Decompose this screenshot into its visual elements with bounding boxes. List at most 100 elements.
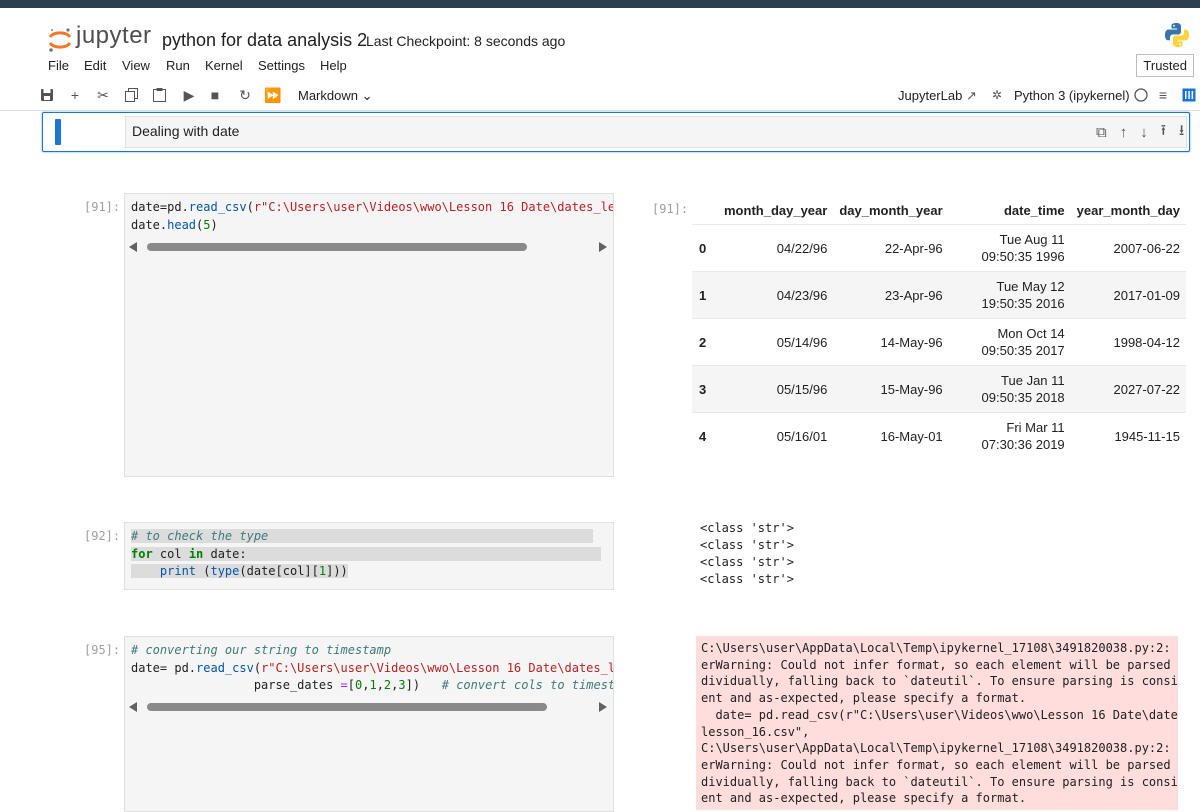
- kernel-status-icon: [1132, 86, 1150, 104]
- jupyterlab-link[interactable]: JupyterLab ↗: [898, 88, 977, 104]
- index-header: [692, 196, 718, 225]
- cell-year_month_day: 1945-11-15: [1070, 412, 1186, 459]
- external-link-icon: ↗: [965, 88, 977, 103]
- row-index: 3: [692, 365, 718, 413]
- date-time-line2: 19:50:35 2016: [981, 296, 1065, 311]
- scroll-thumb[interactable]: [147, 703, 547, 711]
- horizontal-scrollbar-95[interactable]: [129, 701, 607, 713]
- duplicate-cell-icon[interactable]: ⧉: [1096, 124, 1107, 141]
- cell-date_time: Tue Jan 11 09:50:35 2018: [948, 365, 1071, 413]
- code-input-91[interactable]: date=pd.read_csv(r"C:\Users\user\Videos\…: [124, 193, 614, 477]
- date-time-line1: Mon Oct 14: [997, 326, 1065, 341]
- menu-settings[interactable]: Settings: [258, 58, 305, 73]
- notebook-title[interactable]: python for data analysis 2: [162, 30, 367, 51]
- stop-icon[interactable]: ■: [206, 86, 224, 104]
- cell-month_day_year: 04/23/96: [718, 271, 834, 319]
- stderr-output-95: C:\Users\user\AppData\Local\Temp\ipykern…: [696, 636, 1178, 810]
- cell-month_day_year: 05/15/96: [718, 365, 834, 413]
- row-index: 4: [692, 412, 718, 459]
- cell-collapser[interactable]: [55, 119, 61, 145]
- cell-date_time: Mon Oct 14 09:50:35 2017: [948, 318, 1071, 366]
- cell-type-select[interactable]: Markdown ⌄: [298, 88, 373, 104]
- markdown-text: Dealing with date: [132, 123, 240, 139]
- stdout-output-92: <class 'str'> <class 'str'> <class 'str'…: [700, 521, 794, 586]
- cell-day_month_year: 23-Apr-96: [833, 271, 949, 319]
- cell-date_time: Fri Mar 11 07:30:36 2019: [948, 412, 1071, 459]
- date-time-line2: 09:50:35 1996: [981, 249, 1065, 264]
- row-index: 0: [692, 224, 718, 272]
- notebook-toolbar: + ✂ ▶ ■ ↻ ⏩ Markdown ⌄ JupyterLab ↗ ✲ Py…: [0, 82, 1200, 111]
- property-inspector-icon[interactable]: [1180, 86, 1198, 104]
- menu-view[interactable]: View: [122, 58, 150, 73]
- menu-bar: File Edit View Run Kernel Settings Help …: [0, 52, 1200, 80]
- cell-date_time: Tue May 12 19:50:35 2016: [948, 271, 1071, 319]
- insert-below-icon[interactable]: ⭳: [1179, 120, 1184, 145]
- code-text-92: # to check the type for col in date: pri…: [131, 529, 601, 578]
- run-all-icon[interactable]: ⏩: [264, 86, 282, 104]
- menu-run[interactable]: Run: [166, 58, 190, 73]
- add-cell-icon[interactable]: +: [66, 86, 84, 104]
- scroll-right-icon[interactable]: [599, 702, 607, 712]
- date-time-line1: Tue May 12: [996, 279, 1065, 294]
- move-up-icon[interactable]: ↑: [1120, 124, 1128, 141]
- date-time-line1: Tue Aug 11: [999, 232, 1065, 247]
- scroll-thumb[interactable]: [147, 243, 527, 251]
- date-time-line1: Fri Mar 11: [1006, 420, 1065, 435]
- cell-year_month_day: 2017-01-09: [1070, 271, 1186, 319]
- code-input-95[interactable]: # converting our string to timestamp dat…: [124, 636, 614, 812]
- date-time-line2: 09:50:35 2017: [981, 343, 1065, 358]
- kernel-name[interactable]: Python 3 (ipykernel): [1014, 88, 1130, 103]
- markdown-cell-active[interactable]: Dealing with date ⧉ ↑ ↓ ⭱ ⭳ 🗑: [42, 112, 1200, 152]
- paste-icon[interactable]: [150, 86, 168, 104]
- jupyter-logo-text: jupyter: [76, 22, 152, 49]
- python-logo-icon: [1165, 23, 1189, 47]
- col-header-year_month_day: year_month_day: [1076, 202, 1180, 218]
- cell-year_month_day: 2007-06-22: [1070, 224, 1186, 272]
- chevron-down-icon: ⌄: [361, 88, 373, 103]
- scroll-left-icon[interactable]: [129, 242, 137, 252]
- menu-edit[interactable]: Edit: [84, 58, 106, 73]
- save-icon[interactable]: [38, 86, 56, 104]
- window-top-strip: [0, 0, 1200, 8]
- run-icon[interactable]: ▶: [180, 86, 198, 104]
- table-row: 3 05/15/96 15-May-96 Tue Jan 11 09:50:35 …: [692, 365, 1186, 413]
- markdown-input[interactable]: Dealing with date ⧉ ↑ ↓ ⭱ ⭳ 🗑: [125, 116, 1200, 148]
- cell-toolbar: ⧉ ↑ ↓ ⭱ ⭳ 🗑: [1096, 121, 1200, 143]
- col-header-month_day_year: month_day_year: [724, 202, 828, 218]
- menu-help[interactable]: Help: [320, 58, 347, 73]
- restart-icon[interactable]: ↻: [236, 86, 254, 104]
- trusted-indicator[interactable]: Trusted: [1136, 54, 1194, 77]
- debugger-icon[interactable]: ✲: [988, 86, 1006, 104]
- scroll-left-icon[interactable]: [129, 702, 137, 712]
- menu-file[interactable]: File: [48, 58, 69, 73]
- jupyterlab-label: JupyterLab: [898, 88, 963, 103]
- hamburger-menu-icon[interactable]: ≡: [1154, 86, 1172, 104]
- cell-year_month_day: 1998-04-12: [1070, 318, 1186, 366]
- output-prompt-91: [91]:: [652, 202, 689, 216]
- input-prompt-95: [95]:: [84, 643, 121, 657]
- menu-kernel[interactable]: Kernel: [205, 58, 243, 73]
- cell-year_month_day: 2027-07-22: [1070, 365, 1186, 413]
- table-row: 0 04/22/96 22-Apr-96 Tue Aug 11 09:50:35 …: [692, 224, 1186, 272]
- table-row: 2 05/14/96 14-May-96 Mon Oct 14 09:50:35 …: [692, 318, 1186, 366]
- warning-text: C:\Users\user\AppData\Local\Temp\ipykern…: [701, 641, 1178, 806]
- notebook-header: jupyter python for data analysis 2 Last …: [0, 8, 1200, 54]
- date-time-line2: 07:30:36 2019: [981, 437, 1065, 452]
- copy-icon[interactable]: [122, 86, 140, 104]
- cut-icon[interactable]: ✂: [94, 86, 112, 104]
- move-down-icon[interactable]: ↓: [1140, 124, 1148, 141]
- date-time-line1: Tue Jan 11: [1001, 373, 1065, 388]
- col-header-date_time: date_time: [1003, 202, 1065, 218]
- insert-above-icon[interactable]: ⭱: [1161, 120, 1166, 145]
- cell-day_month_year: 22-Apr-96: [833, 224, 949, 272]
- cell-day_month_year: 14-May-96: [833, 318, 949, 366]
- cell-day_month_year: 16-May-01: [833, 412, 949, 459]
- table-row: 1 04/23/96 23-Apr-96 Tue May 12 19:50:35 …: [692, 271, 1186, 319]
- cell-date_time: Tue Aug 11 09:50:35 1996: [948, 224, 1071, 272]
- code-input-92[interactable]: # to check the type for col in date: pri…: [124, 522, 614, 590]
- code-text-95: # converting our string to timestamp dat…: [131, 643, 614, 692]
- horizontal-scrollbar-91[interactable]: [129, 241, 607, 253]
- date-time-line2: 09:50:35 2018: [981, 390, 1065, 405]
- scroll-right-icon[interactable]: [599, 242, 607, 252]
- cell-type-value: Markdown: [298, 88, 358, 103]
